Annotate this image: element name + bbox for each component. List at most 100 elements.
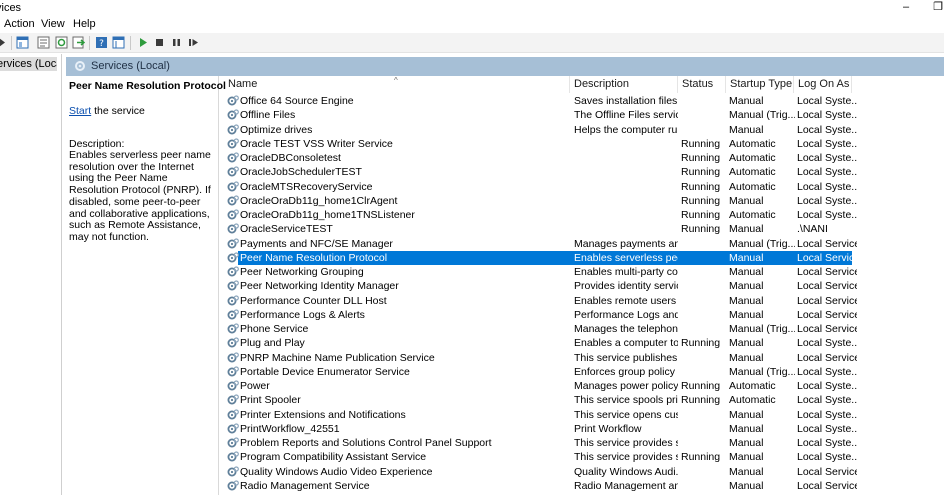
column-header-startup-type[interactable]: Startup Type [726,76,794,93]
service-log-on-as-cell: Local Syste... [797,380,857,392]
table-row[interactable]: Print Spooler This service spools prin...… [224,393,944,407]
table-row[interactable]: OracleDBConsoletest Running Automatic Local… [224,151,944,165]
service-log-on-as-cell: Local Syste... [797,437,857,449]
service-name-cell: Peer Networking Identity Manager [240,280,399,293]
service-gear-icon [227,280,239,291]
service-startup-type-cell: Automatic [729,394,776,407]
start-service-link[interactable]: Start [69,105,91,117]
service-gear-icon [227,138,239,149]
service-log-on-as-cell: Local Syste... [797,166,857,179]
service-log-on-as-cell: Local Syste... [797,209,857,221]
service-gear-icon [227,437,239,448]
service-gear-icon [227,237,239,248]
service-description-cell: This service provides s... [574,437,678,449]
table-row[interactable]: OracleMTSRecoveryService Running Automatic… [224,180,944,194]
service-status-cell [681,322,725,336]
table-row[interactable]: Oracle TEST VSS Writer Service Running Aut… [224,137,944,151]
column-header-name[interactable]: Name ^ [224,76,570,93]
service-startup-type-cell: Manual [729,194,764,207]
service-gear-icon [227,394,239,405]
table-row[interactable]: Peer Name Resolution Protocol Enables ser… [224,250,944,265]
service-description-cell: This service publishes a... [574,351,678,364]
table-row[interactable]: Offline Files The Offline Files servic...… [224,108,944,122]
table-row[interactable]: Payments and NFC/SE Manager Manages payme… [224,237,944,251]
help-icon[interactable]: ? [95,36,108,49]
table-row[interactable]: Performance Counter DLL Host Enables remo… [224,294,944,308]
service-status-cell [681,436,725,450]
service-name-cell: Performance Logs & Alerts [240,308,365,321]
service-gear-icon [227,480,239,491]
table-row[interactable]: OracleServiceTEST Running Manual .\NANI [224,222,944,236]
table-row[interactable]: PNRP Machine Name Publication Service Thi… [224,351,944,365]
menu-action[interactable]: Action [4,18,35,30]
table-row[interactable]: Office 64 Source Engine Saves installatio… [224,94,944,108]
table-row[interactable]: Radio Management Service Radio Management… [224,479,944,493]
service-startup-type-cell: Manual (Trig... [729,109,795,122]
table-row[interactable]: PrintWorkflow_42551 Print Workflow Manual L… [224,422,944,436]
restart-icon[interactable] [187,36,200,49]
toolbar-separator [11,36,12,50]
export-icon[interactable] [72,36,85,49]
service-description-cell [574,208,678,222]
table-row[interactable]: Portable Device Enumerator Service Enforc… [224,365,944,379]
service-name-cell: Performance Counter DLL Host [240,294,387,307]
table-row[interactable]: Quality Windows Audio Video Experience Qu… [224,465,944,479]
service-log-on-as-cell: Local Syste... [797,152,857,164]
table-row[interactable]: Peer Networking Grouping Enables multi-pa… [224,265,944,279]
service-description-cell: The Offline Files servic... [574,109,678,122]
table-row[interactable]: Performance Logs & Alerts Performance Log… [224,308,944,322]
service-log-on-as-cell: Local Syste... [797,408,857,421]
service-gear-icon [227,195,239,206]
back-arrow-icon[interactable] [0,36,9,49]
column-header-log-on-as[interactable]: Log On As [794,76,852,93]
start-icon[interactable] [137,36,150,49]
svg-text:?: ? [99,39,104,49]
service-startup-type-cell: Automatic [729,180,776,193]
column-header-description[interactable]: Description [570,76,678,93]
pause-icon[interactable] [170,36,183,49]
service-startup-type-cell: Manual [729,123,764,136]
service-startup-type-cell: Manual [729,351,764,364]
service-startup-type-cell: Automatic [729,166,776,179]
window-title: vices [0,2,22,14]
table-row[interactable]: Optimize drives Helps the computer ru... M… [224,123,944,137]
tree-node-services-local[interactable]: ervices (Local) [0,57,57,71]
service-startup-type-cell: Manual (Trig... [729,237,795,250]
service-name-cell: OracleServiceTEST [240,223,333,236]
refresh-icon[interactable] [55,36,68,49]
table-row[interactable]: OracleJobSchedulerTEST Running Automatic Lo… [224,165,944,179]
console-tree-icon[interactable] [16,36,29,49]
service-description-cell: Enforces group policy f... [574,365,678,378]
service-gear-icon [227,294,239,305]
service-gear-icon [227,166,239,177]
table-row[interactable]: OracleOraDb11g_home1ClrAgent Running Manua… [224,194,944,208]
menu-view[interactable]: View [41,18,65,30]
service-log-on-as-cell: Local Service [797,308,857,321]
service-gear-icon [227,309,239,320]
minimize-icon[interactable]: – [896,0,916,16]
service-log-on-as-cell: Local Service [797,266,857,278]
service-log-on-as-cell: Local Syste... [797,194,857,207]
service-description-cell [574,151,678,165]
table-row[interactable]: Printer Extensions and Notifications This… [224,408,944,422]
restore-icon[interactable]: ❐ [928,0,944,16]
table-row[interactable]: Program Compatibility Assistant Service T… [224,450,944,464]
column-header-status[interactable]: Status [678,76,726,93]
service-name-cell: Payments and NFC/SE Manager [240,237,393,250]
table-row[interactable]: Peer Networking Identity Manager Provides… [224,279,944,293]
table-row[interactable]: OracleOraDb11g_home1TNSListener Running Au… [224,208,944,222]
table-row[interactable]: Phone Service Manages the telephon... Manu… [224,322,944,336]
stop-icon[interactable] [153,36,166,49]
column-header-name-label: Name [228,78,258,90]
properties-icon[interactable] [37,36,50,49]
mmc-view-icon[interactable] [112,36,125,49]
service-gear-icon [227,180,239,191]
menu-help[interactable]: Help [73,18,96,30]
service-status-cell [681,308,725,322]
table-row[interactable]: Plug and Play Enables a computer to ...Ru… [224,336,944,350]
table-row[interactable]: Power Manages power policy ...Running Auto… [224,379,944,393]
service-name-cell: PNRP Machine Name Publication Service [240,351,435,364]
service-status-cell [681,408,725,422]
service-description-cell: Manages the telephon... [574,323,678,335]
table-row[interactable]: Problem Reports and Solutions Control Pa… [224,436,944,450]
